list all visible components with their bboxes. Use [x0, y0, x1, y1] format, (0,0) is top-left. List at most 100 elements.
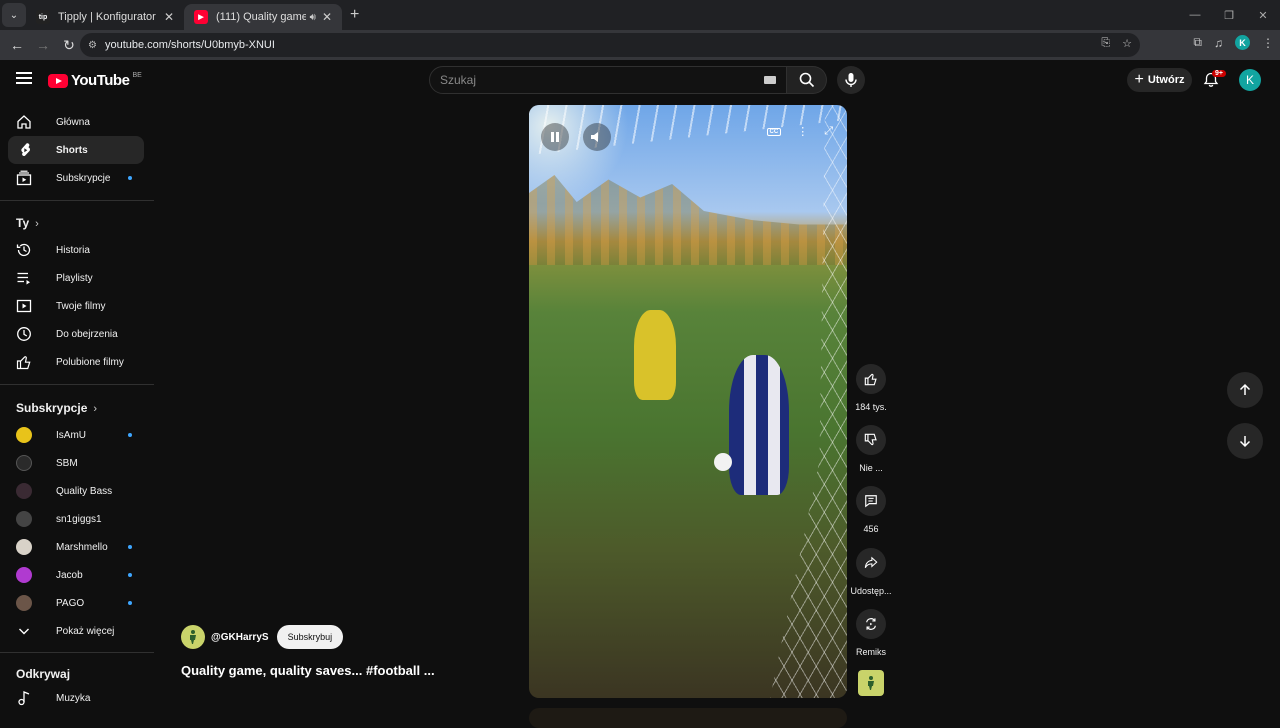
close-tab-icon[interactable]: ✕: [322, 10, 332, 24]
sidebar-show-more[interactable]: Pokaż więcej: [8, 617, 144, 645]
shorts-video-player[interactable]: CC ⋮ ⤢: [529, 105, 847, 698]
forward-icon[interactable]: →: [30, 37, 56, 53]
browser-tab-strip: ⌄ tip Tipply | Konfigurator (Twój cel) ✕…: [0, 0, 1280, 30]
sidebar-channel-marshmello[interactable]: Marshmello: [8, 533, 144, 561]
you-section-header[interactable]: Ty ›: [16, 216, 39, 230]
close-window-icon[interactable]: ✕: [1246, 9, 1280, 22]
playlist-icon: [16, 270, 32, 286]
video-goalkeeper-figure: [634, 310, 676, 400]
address-bar[interactable]: ⚙ youtube.com/shorts/U0bmyb-XNUI ⎘ ☆: [80, 33, 1140, 57]
account-avatar[interactable]: K: [1239, 69, 1261, 91]
sidebar-item-home[interactable]: Główna: [8, 108, 144, 136]
extensions-icon[interactable]: ⧉: [1193, 35, 1202, 50]
like-button[interactable]: 184 tys.: [849, 364, 893, 412]
player-figure-icon: [868, 676, 874, 690]
browser-tab-youtube[interactable]: ▶ (111) Quality game, quality 🔊︎ ✕: [184, 4, 342, 30]
sidebar-item-shorts[interactable]: Shorts: [8, 136, 144, 164]
your-videos-icon: [16, 298, 32, 314]
more-options-icon[interactable]: ⋮: [797, 125, 808, 138]
remix-button[interactable]: Remiks: [849, 609, 893, 657]
sidebar-divider: [0, 200, 154, 201]
sidebar-item-watch-later[interactable]: Do obejrzenia: [8, 320, 144, 348]
comments-count: 456: [863, 524, 879, 534]
search-button[interactable]: [787, 66, 827, 94]
new-tab-button[interactable]: +: [350, 6, 359, 24]
install-app-icon[interactable]: ⎘: [1101, 37, 1110, 50]
channel-name[interactable]: @GKHarryS: [211, 632, 269, 643]
thumbs-up-icon: [864, 373, 877, 386]
browser-profile-avatar[interactable]: K: [1235, 35, 1250, 50]
volume-button[interactable]: [583, 123, 611, 151]
sidebar-channel-quality-bass[interactable]: Quality Bass: [8, 477, 144, 505]
sidebar-item-your-videos[interactable]: Twoje filmy: [8, 292, 144, 320]
next-short-preview[interactable]: [529, 708, 847, 728]
remix-label: Remiks: [855, 647, 886, 657]
channel-avatar: [16, 595, 32, 611]
sidebar-channel-sbm[interactable]: SBM: [8, 449, 144, 477]
site-info-icon[interactable]: ⚙: [88, 40, 97, 51]
arrow-down-icon: [1239, 436, 1251, 448]
comments-button[interactable]: 456: [849, 486, 893, 534]
share-label: Udostęp...: [850, 586, 892, 596]
short-title[interactable]: Quality game, quality saves... #football…: [181, 663, 435, 678]
guide-menu-icon[interactable]: [16, 72, 32, 84]
browser-tab-tipply[interactable]: tip Tipply | Konfigurator (Twój cel) ✕: [26, 4, 184, 30]
youtube-play-logo-icon: [48, 73, 68, 88]
tab-search-button[interactable]: ⌄: [2, 3, 26, 27]
chevron-down-icon: [16, 623, 32, 639]
new-content-dot: [128, 176, 132, 180]
create-button[interactable]: + Utwórz: [1127, 68, 1192, 92]
remix-icon: [866, 618, 876, 630]
search-icon: [799, 72, 814, 88]
sidebar-channel-jacob[interactable]: Jacob: [8, 561, 144, 589]
sidebar-channel-sn1giggs1[interactable]: sn1giggs1: [8, 505, 144, 533]
volume-icon: [591, 132, 598, 142]
url-text: youtube.com/shorts/U0bmyb-XNUI: [104, 39, 275, 51]
subscriptions-section-header[interactable]: Subskrypcje ›: [16, 401, 97, 415]
new-content-dot: [128, 573, 132, 577]
media-control-icon[interactable]: ♫: [1214, 36, 1223, 50]
sidebar-item-liked-videos[interactable]: Polubione filmy: [8, 348, 144, 376]
previous-short-button[interactable]: [1227, 372, 1263, 408]
close-tab-icon[interactable]: ✕: [164, 10, 174, 24]
sidebar-item-music[interactable]: Muzyka: [8, 684, 144, 712]
reload-icon[interactable]: ↻: [56, 37, 82, 54]
sidebar-channel-pago[interactable]: PAGO: [8, 589, 144, 617]
sound-source-thumbnail[interactable]: [858, 670, 884, 696]
captions-button[interactable]: CC: [766, 127, 782, 136]
restore-icon[interactable]: ❐: [1212, 9, 1246, 22]
new-content-dot: [128, 545, 132, 549]
keyboard-icon[interactable]: [764, 76, 776, 84]
player-figure-icon: [190, 630, 196, 644]
channel-avatar[interactable]: [181, 625, 205, 649]
browser-menu-icon[interactable]: ⋮: [1262, 36, 1274, 50]
search-placeholder: Szukaj: [440, 73, 477, 87]
subscribe-button[interactable]: Subskrybuj: [276, 625, 344, 649]
voice-search-button[interactable]: [837, 66, 865, 94]
channel-avatar: [16, 539, 32, 555]
sidebar-item-history[interactable]: Historia: [8, 236, 144, 264]
pause-button[interactable]: [541, 123, 569, 151]
channel-avatar: [16, 567, 32, 583]
channel-avatar: [16, 455, 32, 471]
chevron-right-icon: ›: [35, 218, 39, 230]
fullscreen-icon[interactable]: ⤢: [824, 125, 833, 138]
new-content-dot: [128, 601, 132, 605]
channel-avatar: [16, 511, 32, 527]
back-icon[interactable]: ←: [4, 37, 30, 53]
next-short-button[interactable]: [1227, 423, 1263, 459]
video-football: [714, 453, 732, 471]
share-button[interactable]: Udostęp...: [849, 548, 893, 596]
dislike-button[interactable]: Nie ...: [849, 425, 893, 473]
youtube-header: YouTube BE Szukaj + Utwórz 9+ K: [0, 60, 1280, 102]
pause-icon: [551, 132, 559, 142]
sidebar-item-playlists[interactable]: Playlisty: [8, 264, 144, 292]
sidebar-channel-isamu[interactable]: IsAmU: [8, 421, 144, 449]
bookmark-star-icon[interactable]: ☆: [1122, 37, 1132, 50]
dislike-label: Nie ...: [859, 463, 883, 473]
sidebar-item-subscriptions[interactable]: Subskrypcje: [8, 164, 144, 192]
tab-audio-icon[interactable]: 🔊︎: [310, 12, 316, 23]
search-input[interactable]: Szukaj: [429, 66, 787, 94]
youtube-logo[interactable]: YouTube BE: [48, 72, 142, 89]
minimize-icon[interactable]: —: [1178, 9, 1212, 21]
